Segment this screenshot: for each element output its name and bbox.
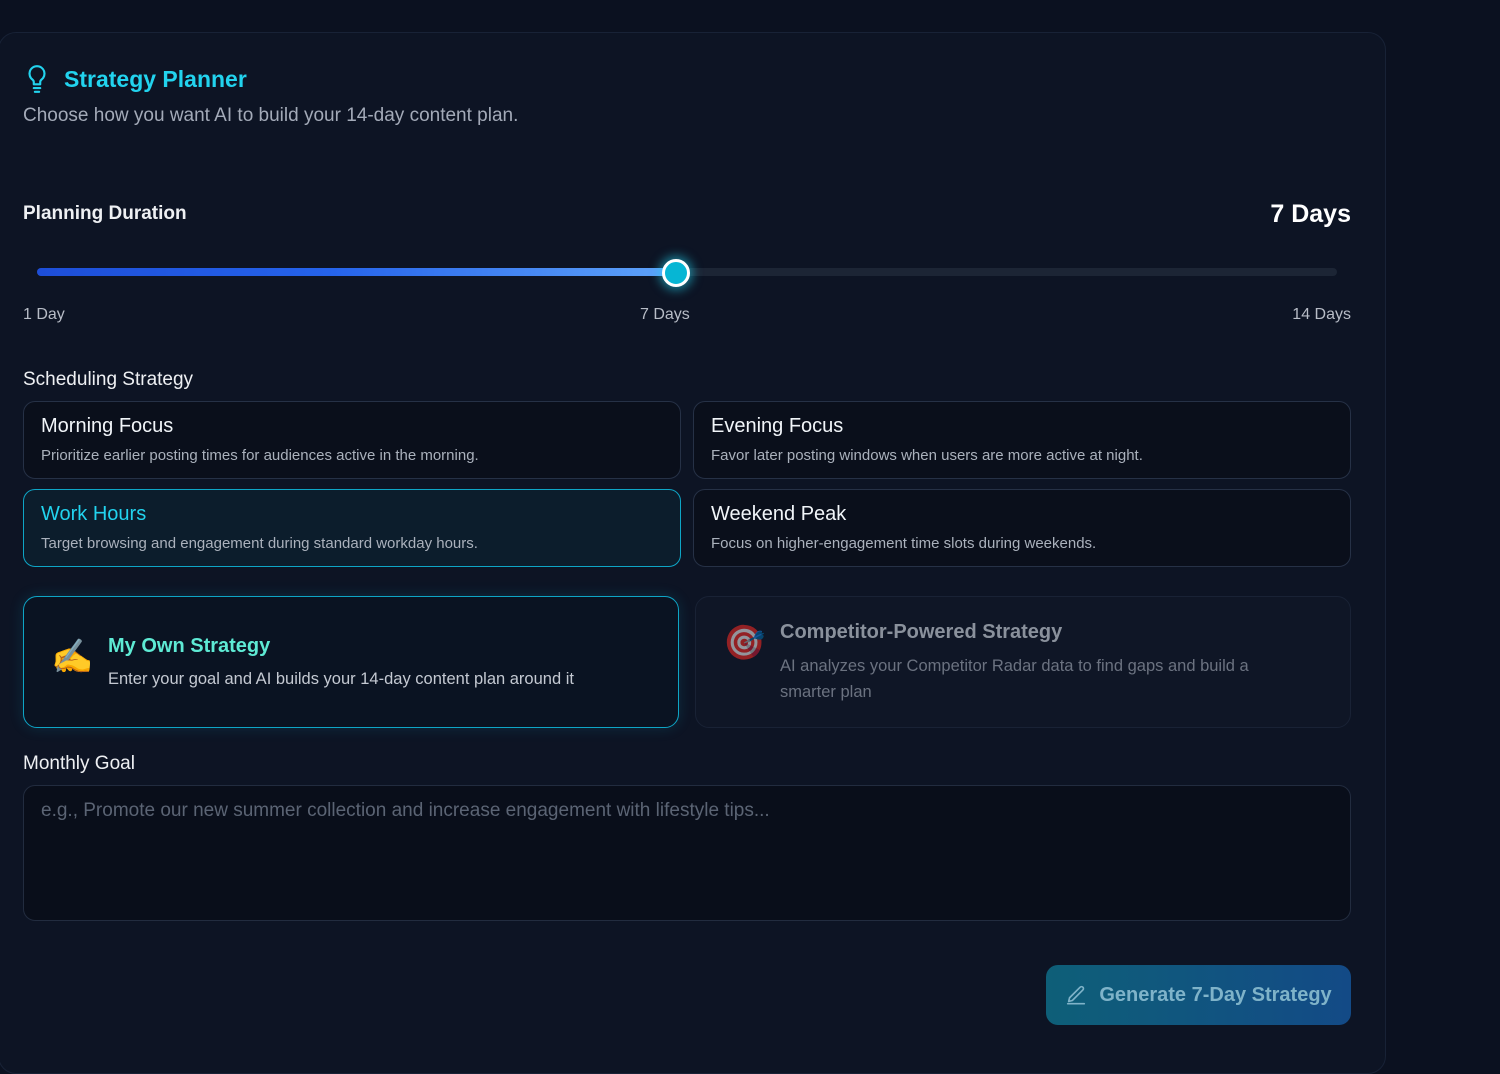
target-icon: 🎯	[723, 624, 766, 662]
monthly-goal-input[interactable]	[23, 785, 1351, 921]
strategy-option-evening-focus[interactable]: Evening Focus Favor later posting window…	[693, 401, 1351, 479]
writing-hand-icon: ✍️	[51, 638, 94, 676]
option-title: Work Hours	[41, 503, 147, 525]
option-description: Target browsing and engagement during st…	[41, 535, 478, 552]
option-title: Weekend Peak	[711, 503, 847, 525]
slider-mid-label: 7 Days	[640, 306, 690, 323]
strategy-option-morning-focus[interactable]: Morning Focus Prioritize earlier posting…	[23, 401, 681, 479]
option-description: Favor later posting windows when users a…	[711, 447, 1143, 464]
generate-strategy-button[interactable]: Generate 7-Day Strategy	[1046, 965, 1351, 1025]
duration-slider-thumb[interactable]	[662, 259, 690, 287]
pencil-icon	[1067, 985, 1086, 1005]
panel-title: Strategy Planner	[64, 65, 247, 92]
competitor-strategy-card[interactable]: 🎯 Competitor-Powered Strategy AI analyze…	[695, 596, 1351, 728]
my-own-strategy-description: Enter your goal and AI builds your 14-da…	[108, 670, 574, 688]
option-title: Morning Focus	[41, 415, 174, 437]
my-own-strategy-title: My Own Strategy	[108, 635, 271, 657]
planning-duration-label: Planning Duration	[23, 203, 187, 224]
competitor-strategy-description: AI analyzes your Competitor Radar data t…	[780, 657, 1249, 701]
slider-min-label: 1 Day	[23, 306, 65, 323]
option-description: Prioritize earlier posting times for aud…	[41, 447, 479, 464]
option-title: Evening Focus	[711, 415, 844, 437]
slider-max-label: 14 Days	[1292, 306, 1351, 323]
planning-duration-value: 7 Days	[1270, 200, 1351, 228]
generate-button-label: Generate 7-Day Strategy	[1099, 983, 1332, 1006]
strategy-option-weekend-peak[interactable]: Weekend Peak Focus on higher-engagement …	[693, 489, 1351, 567]
monthly-goal-label: Monthly Goal	[23, 753, 135, 774]
duration-slider-fill	[37, 268, 684, 276]
scheduling-strategy-label: Scheduling Strategy	[23, 369, 194, 390]
panel-header: Strategy Planner	[24, 64, 247, 94]
panel-subtitle: Choose how you want AI to build your 14-…	[23, 105, 519, 126]
my-own-strategy-card[interactable]: ✍️ My Own Strategy Enter your goal and A…	[23, 596, 679, 728]
lightbulb-icon	[28, 65, 46, 93]
strategy-option-work-hours[interactable]: Work Hours Target browsing and engagemen…	[23, 489, 681, 567]
option-description: Focus on higher-engagement time slots du…	[711, 535, 1097, 552]
competitor-strategy-title: Competitor-Powered Strategy	[780, 621, 1063, 643]
